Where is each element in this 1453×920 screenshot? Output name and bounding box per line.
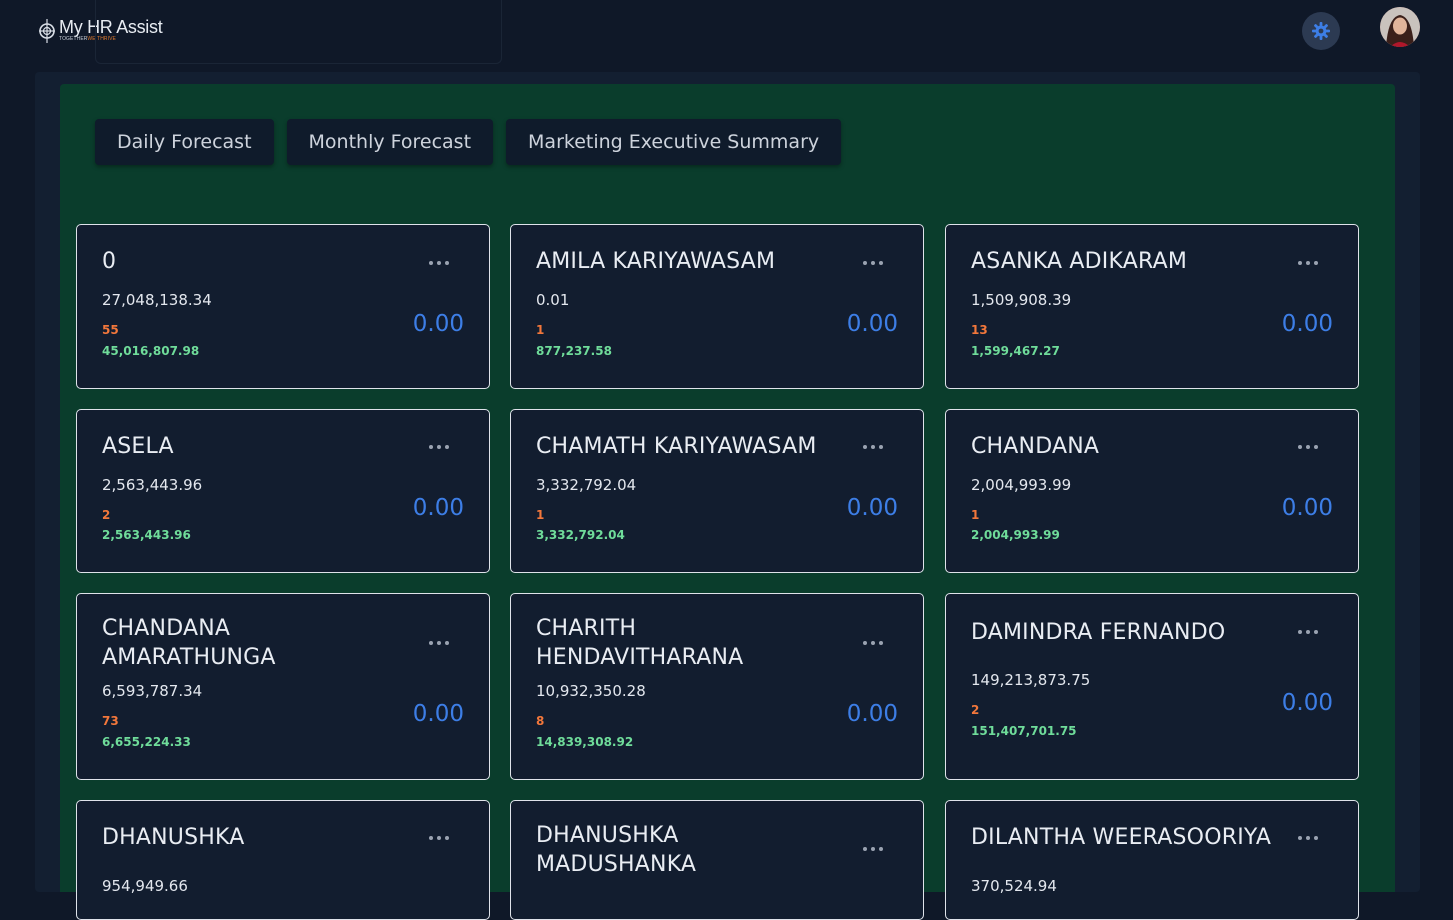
tab-marketing-executive-summary[interactable]: Marketing Executive Summary bbox=[506, 119, 842, 165]
executive-card[interactable]: CHANDANA AMARATHUNGA 6,593,787.34 73 6,6… bbox=[76, 593, 490, 780]
card-name: CHAMATH KARIYAWASAM bbox=[536, 434, 817, 459]
card-count: 1 bbox=[536, 508, 545, 522]
avatar-image bbox=[1380, 7, 1420, 47]
card-total: 6,655,224.33 bbox=[102, 735, 191, 749]
card-amount: 10,932,350.28 bbox=[536, 682, 646, 700]
card-value: 0.00 bbox=[1281, 495, 1333, 521]
card-value: 0.00 bbox=[1281, 311, 1333, 337]
executive-card[interactable]: CHARITH HENDAVITHARANA 10,932,350.28 8 1… bbox=[510, 593, 924, 780]
more-options-icon[interactable] bbox=[429, 259, 449, 267]
user-avatar[interactable] bbox=[1380, 7, 1420, 47]
card-name: CHARITH HENDAVITHARANA bbox=[536, 616, 744, 670]
executive-card[interactable]: CHANDANA 2,004,993.99 1 2,004,993.99 0.0… bbox=[945, 409, 1359, 573]
card-amount: 149,213,873.75 bbox=[971, 671, 1091, 689]
card-total: 151,407,701.75 bbox=[971, 724, 1077, 738]
card-total: 3,332,792.04 bbox=[536, 528, 625, 542]
executive-card[interactable]: ASANKA ADIKARAM 1,509,908.39 13 1,599,46… bbox=[945, 224, 1359, 389]
top-bar: My HR Assist TOGETHERWE THRIVE bbox=[0, 0, 1453, 74]
theme-toggle-button[interactable] bbox=[1302, 12, 1340, 50]
more-options-icon[interactable] bbox=[1298, 834, 1318, 842]
header-placeholder-box bbox=[95, 0, 502, 64]
card-value: 0.00 bbox=[412, 311, 464, 337]
card-count: 1 bbox=[971, 508, 980, 522]
more-options-icon[interactable] bbox=[863, 443, 883, 451]
card-total: 14,839,308.92 bbox=[536, 735, 634, 749]
card-amount: 1,509,908.39 bbox=[971, 291, 1072, 309]
card-amount: 2,563,443.96 bbox=[102, 476, 203, 494]
card-value: 0.00 bbox=[846, 311, 898, 337]
card-name: DHANUSHKA MADUSHANKA bbox=[536, 823, 697, 877]
more-options-icon[interactable] bbox=[429, 834, 449, 842]
card-amount: 954,949.66 bbox=[102, 877, 188, 895]
card-total: 1,599,467.27 bbox=[971, 344, 1060, 358]
card-name: CHANDANA AMARATHUNGA bbox=[102, 616, 276, 670]
more-options-icon[interactable] bbox=[863, 845, 883, 853]
card-count: 55 bbox=[102, 323, 119, 337]
card-amount: 6,593,787.34 bbox=[102, 682, 203, 700]
more-options-icon[interactable] bbox=[1298, 259, 1318, 267]
card-count: 2 bbox=[971, 703, 980, 717]
card-value: 0.00 bbox=[846, 701, 898, 727]
more-options-icon[interactable] bbox=[1298, 443, 1318, 451]
executive-card[interactable]: AMILA KARIYAWASAM 0.01 1 877,237.58 0.00 bbox=[510, 224, 924, 389]
card-total: 877,237.58 bbox=[536, 344, 612, 358]
card-amount: 370,524.94 bbox=[971, 877, 1057, 895]
executive-card[interactable]: DILANTHA WEERASOORIYA 370,524.94 bbox=[945, 800, 1359, 920]
card-name: DAMINDRA FERNANDO bbox=[971, 620, 1226, 645]
card-count: 13 bbox=[971, 323, 988, 337]
card-amount: 2,004,993.99 bbox=[971, 476, 1072, 494]
card-total: 2,563,443.96 bbox=[102, 528, 191, 542]
more-options-icon[interactable] bbox=[863, 259, 883, 267]
executive-card[interactable]: 0 27,048,138.34 55 45,016,807.98 0.00 bbox=[76, 224, 490, 389]
tab-daily-forecast[interactable]: Daily Forecast bbox=[95, 119, 274, 165]
more-options-icon[interactable] bbox=[1298, 628, 1318, 636]
executive-card[interactable]: CHAMATH KARIYAWASAM 3,332,792.04 1 3,332… bbox=[510, 409, 924, 573]
more-options-icon[interactable] bbox=[429, 443, 449, 451]
card-name: 0 bbox=[102, 249, 117, 274]
card-name: DILANTHA WEERASOORIYA bbox=[971, 825, 1272, 850]
card-name: ASANKA ADIKARAM bbox=[971, 249, 1188, 274]
executive-card[interactable]: DHANUSHKA 954,949.66 bbox=[76, 800, 490, 920]
forecast-tabs: Daily Forecast Monthly Forecast Marketin… bbox=[95, 119, 842, 165]
card-name: ASELA bbox=[102, 434, 174, 459]
tab-monthly-forecast[interactable]: Monthly Forecast bbox=[286, 119, 494, 165]
card-value: 0.00 bbox=[412, 701, 464, 727]
more-options-icon[interactable] bbox=[863, 639, 883, 647]
card-name: CHANDANA bbox=[971, 434, 1100, 459]
executive-card[interactable]: ASELA 2,563,443.96 2 2,563,443.96 0.00 bbox=[76, 409, 490, 573]
executive-card[interactable]: DAMINDRA FERNANDO 149,213,873.75 2 151,4… bbox=[945, 593, 1359, 780]
card-name: AMILA KARIYAWASAM bbox=[536, 249, 776, 274]
more-options-icon[interactable] bbox=[429, 639, 449, 647]
executive-card[interactable]: DHANUSHKA MADUSHANKA bbox=[510, 800, 924, 920]
card-count: 2 bbox=[102, 508, 111, 522]
card-value: 0.00 bbox=[846, 495, 898, 521]
card-count: 73 bbox=[102, 714, 119, 728]
card-amount: 3,332,792.04 bbox=[536, 476, 637, 494]
card-value: 0.00 bbox=[412, 495, 464, 521]
card-amount: 0.01 bbox=[536, 291, 570, 309]
card-count: 1 bbox=[536, 323, 545, 337]
gear-icon bbox=[1312, 22, 1330, 40]
card-count: 8 bbox=[536, 714, 545, 728]
card-name: DHANUSHKA bbox=[102, 825, 245, 850]
card-value: 0.00 bbox=[1281, 690, 1333, 716]
compass-logo-icon bbox=[39, 19, 55, 43]
card-amount: 27,048,138.34 bbox=[102, 291, 212, 309]
card-total: 45,016,807.98 bbox=[102, 344, 200, 358]
card-total: 2,004,993.99 bbox=[971, 528, 1060, 542]
